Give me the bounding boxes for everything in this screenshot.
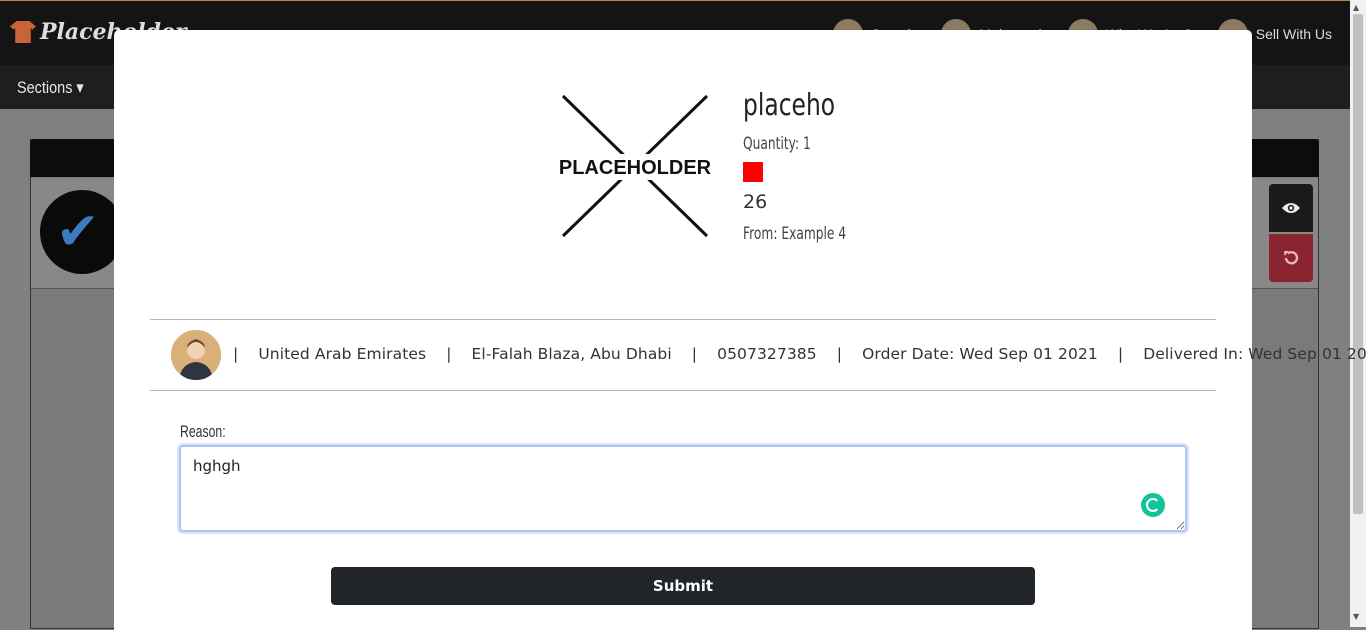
separator: | — [836, 345, 843, 363]
buyer-avatar — [171, 330, 221, 380]
grammarly-icon[interactable] — [1141, 493, 1165, 517]
product-size: 26 — [743, 191, 768, 213]
reason-label: Reason: — [180, 422, 226, 441]
scroll-down-arrow-icon[interactable]: ▼ — [1353, 612, 1359, 621]
product-color-swatch — [743, 162, 763, 182]
product-name: placeho — [743, 88, 836, 123]
undo-icon — [1284, 251, 1299, 265]
order-details: | United Arab Emirates | El-Falah Blaza, Ab… — [233, 345, 1366, 363]
divider-top — [150, 319, 1216, 320]
separator: | — [446, 345, 452, 363]
buyer-phone: 0507327385 — [717, 345, 817, 363]
divider-bottom — [150, 390, 1216, 391]
return-order-modal: PLACEHOLDER placeho Quantity: 1 26 From:… — [114, 30, 1366, 630]
buyer-address: El-Falah Blaza, Abu Dhabi — [471, 345, 672, 363]
product-image: PLACEHOLDER — [557, 94, 713, 238]
product-seller: From: Example 4 — [743, 224, 847, 244]
scroll-up-arrow-icon[interactable]: ▲ — [1353, 3, 1359, 12]
reason-textarea[interactable]: hghgh — [179, 445, 1187, 532]
product-image-text: PLACEHOLDER — [559, 157, 712, 179]
sections-dropdown[interactable]: Sections ▾ — [17, 78, 84, 98]
buyer-country: United Arab Emirates — [258, 345, 427, 363]
scrollbar-thumb[interactable] — [1353, 14, 1363, 514]
product-quantity: Quantity: 1 — [743, 134, 811, 154]
view-button[interactable] — [1269, 184, 1313, 232]
nav-sell-label: Sell With Us — [1255, 26, 1332, 42]
check-icon: ✔ — [56, 202, 100, 262]
delivered-date: Delivered In: Wed Sep 01 2021 — [1143, 345, 1366, 363]
separator: | — [233, 345, 239, 363]
submit-button[interactable]: Submit — [331, 567, 1035, 605]
separator: | — [691, 345, 698, 363]
buyer-photo-icon — [171, 330, 221, 380]
shirt-icon — [10, 21, 36, 43]
return-button[interactable] — [1269, 234, 1313, 282]
order-date: Order Date: Wed Sep 01 2021 — [862, 345, 1098, 363]
eye-icon — [1282, 203, 1300, 213]
separator: | — [1117, 345, 1124, 363]
